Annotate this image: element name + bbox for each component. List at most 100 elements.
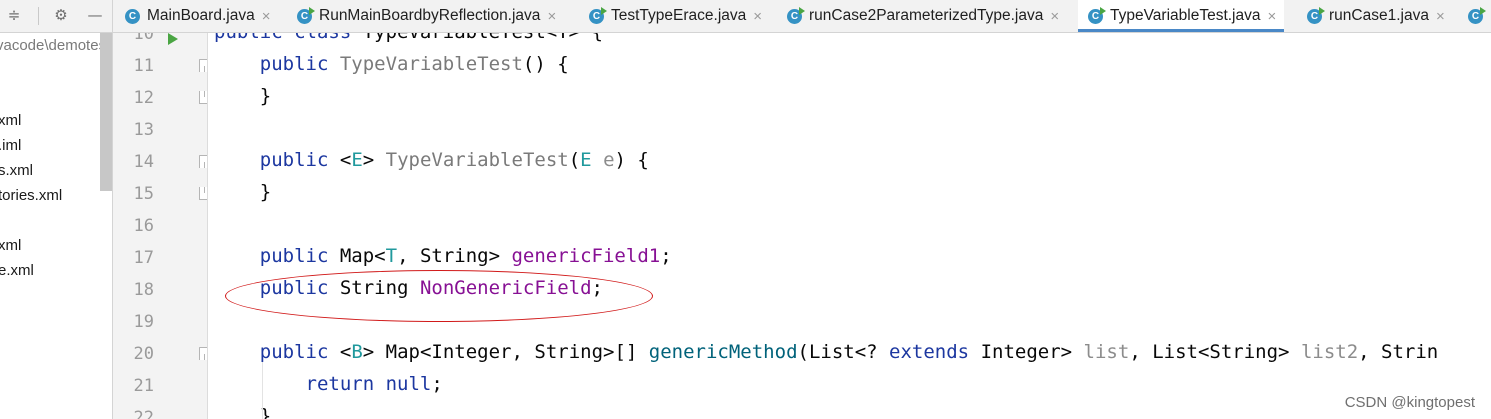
code-text: ; (660, 245, 672, 267)
code-line-11: public TypeVariableTest() { (214, 53, 569, 75)
highlight-ellipse (225, 270, 653, 322)
code-text: > (362, 341, 375, 363)
type-variable: B (351, 341, 363, 363)
tab-runcase2parameterizedtype[interactable]: C runCase2ParameterizedType.java × (787, 0, 1059, 32)
keyword: public class (214, 33, 351, 43)
watermark: CSDN @kingtopest (1344, 394, 1475, 411)
keyword: extends (889, 341, 970, 363)
tab-label: runCase1.java (1329, 7, 1429, 24)
tab-label: TestTypeErace.java (611, 7, 747, 24)
line-number: 17 (133, 248, 154, 268)
code-text: , Strin (1358, 341, 1439, 363)
close-icon[interactable]: × (1436, 8, 1445, 25)
constructor-name: TypeVariableTest (385, 149, 569, 171)
code-text: (List<? (797, 341, 878, 363)
tab-testtypeerace[interactable]: C TestTypeErace.java × (589, 0, 762, 32)
minimize-icon[interactable]: — (86, 6, 104, 24)
runnable-class-icon: C (1307, 6, 1325, 24)
code-text: > (362, 149, 375, 171)
project-panel: ≑ ⚙ — vacode\demotes xml .iml s.xml tori… (0, 0, 113, 419)
close-icon[interactable]: × (753, 8, 762, 25)
line-number: 10 (133, 33, 154, 44)
gear-icon[interactable]: ⚙ (52, 6, 70, 24)
runnable-class-icon: C (787, 6, 805, 24)
toolbar-divider (38, 7, 39, 25)
tab-label: TypeVariableTest.java (1110, 7, 1261, 24)
run-icon[interactable] (168, 33, 178, 45)
tab-label: MainBoard.java (147, 7, 255, 24)
code-text: Integer> (980, 341, 1073, 363)
class-icon: C (125, 8, 140, 24)
project-scrollbar[interactable] (100, 33, 112, 191)
project-toolbar: ≑ ⚙ — (0, 0, 113, 33)
line-number: 16 (133, 216, 154, 236)
type-variable: E (580, 149, 592, 171)
code-text: , String> (397, 245, 501, 267)
code-line-10: public class TypeVariableTest<T> { (214, 33, 603, 43)
tab-runcase1[interactable]: C runCase1.java × (1307, 0, 1445, 32)
keyword: null (385, 373, 432, 395)
keyword: return (305, 373, 375, 395)
runnable-class-icon: C (1088, 6, 1106, 24)
tab-label: runCase2ParameterizedType.java (809, 7, 1044, 24)
line-number: 21 (133, 376, 154, 396)
code-line-12: } (214, 85, 271, 107)
keyword: public (259, 53, 329, 75)
code-text: ( (568, 149, 581, 171)
project-file-item[interactable]: xml (0, 237, 21, 254)
line-number: 18 (133, 280, 154, 300)
code-line-17: public Map<T, String> genericField1; (214, 245, 672, 267)
type-variable: T (385, 245, 398, 267)
code-text: ; (431, 373, 443, 395)
code-text: } (259, 181, 272, 203)
parameter: e (603, 149, 615, 171)
code-line-15: } (214, 181, 271, 203)
code-text: () { (522, 53, 569, 75)
method-name: genericMethod (648, 341, 798, 363)
close-icon[interactable]: × (1050, 8, 1059, 25)
line-number: 19 (133, 312, 154, 332)
indent-guide (262, 362, 263, 419)
runnable-class-icon: C (589, 6, 607, 24)
close-icon[interactable]: × (1268, 8, 1277, 25)
editor-gutter: 10 11 12 13 14 15 16 17 18 19 20 21 22 (113, 33, 208, 419)
line-number: 15 (133, 184, 154, 204)
keyword: public (259, 149, 329, 171)
close-icon[interactable]: × (547, 8, 556, 25)
project-file-item[interactable]: .iml (0, 137, 21, 154)
gutter-divider (207, 33, 208, 419)
tab-mainboard[interactable]: C MainBoard.java × (125, 0, 270, 32)
return-type: Map<Integer, String>[] (385, 341, 638, 363)
keyword: public (259, 245, 329, 267)
project-file-item[interactable]: tories.xml (0, 187, 62, 204)
line-number: 20 (133, 344, 154, 364)
editor-tab-bar: C MainBoard.java × C RunMainBoardbyRefle… (113, 0, 1491, 33)
tab-runmainboardbyreflection[interactable]: C RunMainBoardbyReflection.java × (297, 0, 556, 32)
type-variable: E (351, 149, 363, 171)
line-number: 22 (133, 408, 154, 419)
class-name: TypeVariableTest (363, 33, 546, 43)
close-icon[interactable]: × (262, 8, 271, 25)
project-file-item[interactable]: xml (0, 112, 21, 129)
code-line-14: public <E> TypeVariableTest(E e) { (214, 149, 649, 171)
project-path: vacode\demotes (0, 37, 107, 54)
code-line-20: public <B> Map<Integer, String>[] generi… (214, 341, 1438, 363)
parameter: list2 (1300, 341, 1359, 363)
tab-typevariabletest[interactable]: C TypeVariableTest.java × (1078, 0, 1285, 32)
tab-overflow[interactable]: C (1468, 0, 1490, 32)
runnable-class-icon: C (297, 6, 315, 24)
code-text: ) { (614, 149, 649, 171)
project-file-item[interactable]: s.xml (0, 162, 33, 179)
code-text: List<String> (1152, 341, 1290, 363)
collapse-icon[interactable]: ≑ (5, 6, 23, 24)
code-line-21: return null; (214, 373, 443, 395)
field-name: genericField1 (511, 245, 661, 267)
line-number: 12 (133, 88, 154, 108)
parameter: list (1083, 341, 1130, 363)
code-text: , (1129, 341, 1141, 363)
code-text: <T> { (546, 33, 603, 43)
code-editor[interactable]: public class TypeVariableTest<T> { publi… (214, 33, 1491, 419)
project-file-item[interactable]: e.xml (0, 262, 34, 279)
line-number: 13 (133, 120, 154, 140)
line-number: 11 (133, 56, 154, 76)
